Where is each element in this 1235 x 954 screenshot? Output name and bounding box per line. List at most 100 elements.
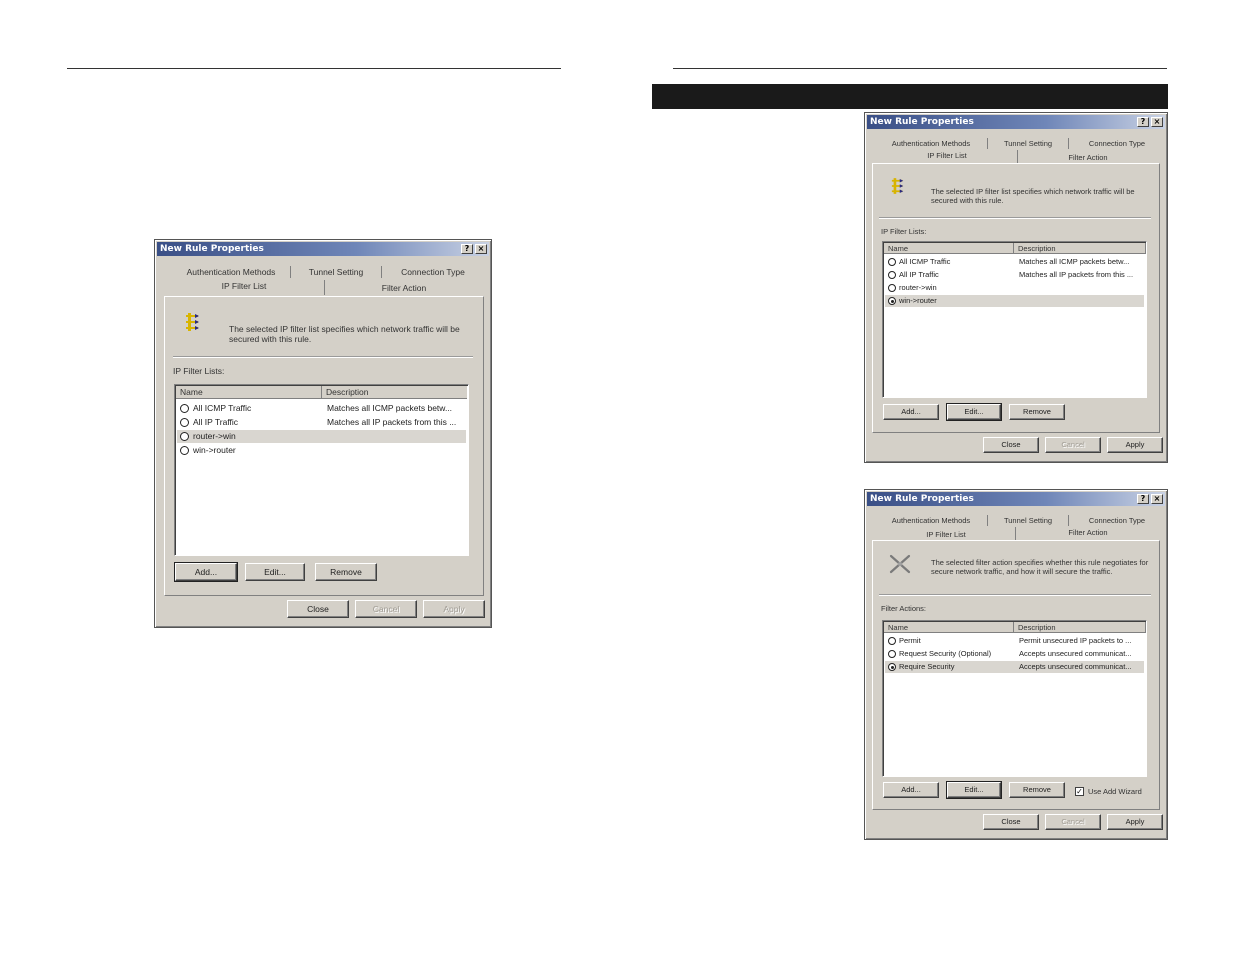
tab-authentication-methods[interactable]: Authentication Methods (881, 514, 981, 528)
add-button[interactable]: Add... (883, 782, 939, 798)
item-name: All ICMP Traffic (193, 403, 252, 413)
title-bar: New Rule Properties ? × (867, 492, 1165, 506)
column-header-description[interactable]: Description (1014, 243, 1146, 254)
tab-divider (987, 138, 988, 149)
list-item[interactable]: All ICMP Traffic Matches all ICMP packet… (885, 256, 1144, 268)
item-description: Matches all ICMP packets betw... (327, 403, 453, 413)
dialog-title: New Rule Properties (870, 117, 974, 127)
use-add-wizard-label: Use Add Wizard (1088, 787, 1142, 796)
help-button[interactable]: ? (1137, 117, 1149, 127)
radio-button[interactable] (888, 650, 896, 658)
column-header-name[interactable]: Name (176, 386, 322, 399)
tab-connection-type[interactable]: Connection Type (1073, 137, 1161, 151)
tab-divider (1068, 515, 1069, 526)
item-name: All ICMP Traffic (899, 257, 951, 266)
tab-ip-filter-list[interactable]: IP Filter List (169, 280, 319, 294)
list-item-selected[interactable]: win->router (885, 295, 1144, 307)
item-description: Accepts unsecured communicat... (1019, 649, 1132, 658)
tab-filter-action[interactable]: Filter Action (327, 282, 481, 296)
description-text: The selected filter action specifies whe… (931, 558, 1149, 576)
tab-divider (1068, 138, 1069, 149)
column-header-description[interactable]: Description (1014, 622, 1146, 633)
ip-filter-list[interactable]: Name Description All ICMP Traffic Matche… (882, 241, 1147, 398)
list-item[interactable]: All IP Traffic Matches all IP packets fr… (177, 416, 466, 429)
cancel-button[interactable]: Cancel (1045, 437, 1101, 453)
radio-button-selected[interactable] (888, 663, 896, 671)
edit-button[interactable]: Edit... (946, 781, 1002, 799)
item-name: win->router (193, 445, 236, 455)
list-item-selected[interactable]: Require Security Accepts unsecured commu… (885, 661, 1144, 673)
remove-button[interactable]: Remove (1009, 782, 1065, 798)
close-button[interactable]: × (1151, 494, 1163, 504)
tab-filter-action[interactable]: Filter Action (1021, 526, 1155, 540)
apply-button[interactable]: Apply (1107, 814, 1163, 830)
radio-button[interactable] (888, 637, 896, 645)
tab-authentication-methods[interactable]: Authentication Methods (175, 266, 287, 280)
filter-action-icon (889, 554, 911, 574)
apply-button[interactable]: Apply (423, 600, 485, 618)
remove-button[interactable]: Remove (1009, 404, 1065, 420)
help-button[interactable]: ? (461, 244, 473, 254)
dialog-title: New Rule Properties (160, 244, 264, 254)
ip-filter-lists-label: IP Filter Lists: (173, 366, 225, 376)
description-text: The selected IP filter list specifies wh… (229, 324, 460, 344)
edit-button[interactable]: Edit... (245, 563, 305, 581)
tab-divider (1017, 150, 1018, 163)
edit-button[interactable]: Edit... (946, 403, 1002, 421)
item-name: Require Security (899, 662, 955, 671)
list-item[interactable]: win->router (177, 444, 466, 457)
add-button[interactable]: Add... (174, 562, 238, 582)
list-header: Name Description (176, 386, 467, 399)
tab-divider (381, 266, 382, 278)
close-dialog-button[interactable]: Close (983, 437, 1039, 453)
tab-tunnel-setting[interactable]: Tunnel Setting (295, 266, 377, 280)
list-item-selected[interactable]: router->win (177, 430, 466, 443)
help-button[interactable]: ? (1137, 494, 1149, 504)
radio-button[interactable] (888, 284, 896, 292)
item-name: All IP Traffic (193, 417, 239, 427)
list-item[interactable]: All ICMP Traffic Matches all ICMP packet… (177, 402, 466, 415)
radio-button[interactable] (180, 418, 189, 427)
item-name: router->win (193, 431, 236, 441)
list-item[interactable]: All IP Traffic Matches all IP packets fr… (885, 269, 1144, 281)
apply-button[interactable]: Apply (1107, 437, 1163, 453)
list-item[interactable]: router->win (885, 282, 1144, 294)
radio-button[interactable] (180, 446, 189, 455)
ip-filter-list-icon (186, 313, 199, 331)
tab-divider (987, 515, 988, 526)
close-button[interactable]: × (475, 244, 487, 254)
remove-button[interactable]: Remove (315, 563, 377, 581)
tab-divider (324, 280, 325, 295)
item-description: Matches all ICMP packets betw... (1019, 257, 1130, 266)
close-dialog-button[interactable]: Close (983, 814, 1039, 830)
radio-button[interactable] (888, 271, 896, 279)
cancel-button[interactable]: Cancel (355, 600, 417, 618)
filter-actions-label: Filter Actions: (881, 604, 927, 613)
column-header-description[interactable]: Description (322, 386, 468, 399)
radio-button[interactable] (180, 432, 189, 441)
close-button[interactable]: × (1151, 117, 1163, 127)
column-header-name[interactable]: Name (884, 243, 1014, 254)
tab-ip-filter-list[interactable]: IP Filter List (879, 149, 1015, 163)
tab-connection-type[interactable]: Connection Type (387, 266, 479, 280)
title-bar: New Rule Properties ? × (867, 115, 1165, 129)
radio-button[interactable] (180, 404, 189, 413)
cancel-button[interactable]: Cancel (1045, 814, 1101, 830)
column-header-name[interactable]: Name (884, 622, 1014, 633)
radio-button[interactable] (888, 258, 896, 266)
left-page-rule (67, 68, 561, 69)
add-button[interactable]: Add... (883, 404, 939, 420)
item-description: Permit unsecured IP packets to ... (1019, 636, 1132, 645)
ip-filter-list[interactable]: Name Description All ICMP Traffic Matche… (174, 384, 469, 556)
list-item[interactable]: Request Security (Optional) Accepts unse… (885, 648, 1144, 660)
item-name: win->router (899, 296, 937, 305)
close-dialog-button[interactable]: Close (287, 600, 349, 618)
item-name: All IP Traffic (899, 270, 939, 279)
radio-button-selected[interactable] (888, 297, 896, 305)
divider (879, 217, 1151, 219)
item-description: Matches all IP packets from this ... (327, 417, 457, 427)
filter-actions-list[interactable]: Name Description Permit Permit unsecured… (882, 620, 1147, 777)
divider (173, 356, 473, 358)
list-item[interactable]: Permit Permit unsecured IP packets to ..… (885, 635, 1144, 647)
use-add-wizard-checkbox[interactable]: ✓ (1075, 787, 1084, 796)
